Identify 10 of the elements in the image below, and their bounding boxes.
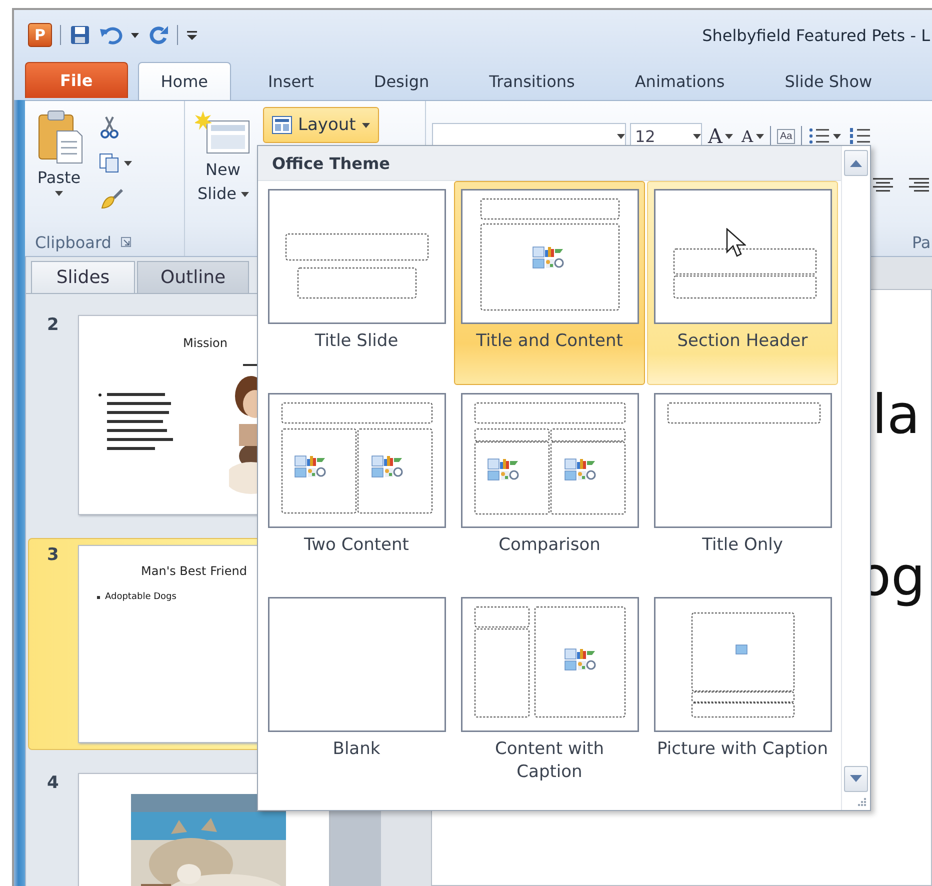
slide-bullet: Adoptable Dogs <box>105 592 176 602</box>
group-label: Pa <box>912 232 931 252</box>
slide-title: Man's Best Friend <box>140 563 248 578</box>
slide-number: 3 <box>47 545 60 567</box>
slide-title: la <box>872 388 922 442</box>
slide-number: 4 <box>47 773 60 795</box>
gallery-heading: Office Theme <box>272 154 390 172</box>
group-label: Clipboard <box>35 232 112 252</box>
window-title: Shelbyfield Featured Pets - L <box>702 26 930 44</box>
slide-number: 2 <box>47 315 60 337</box>
